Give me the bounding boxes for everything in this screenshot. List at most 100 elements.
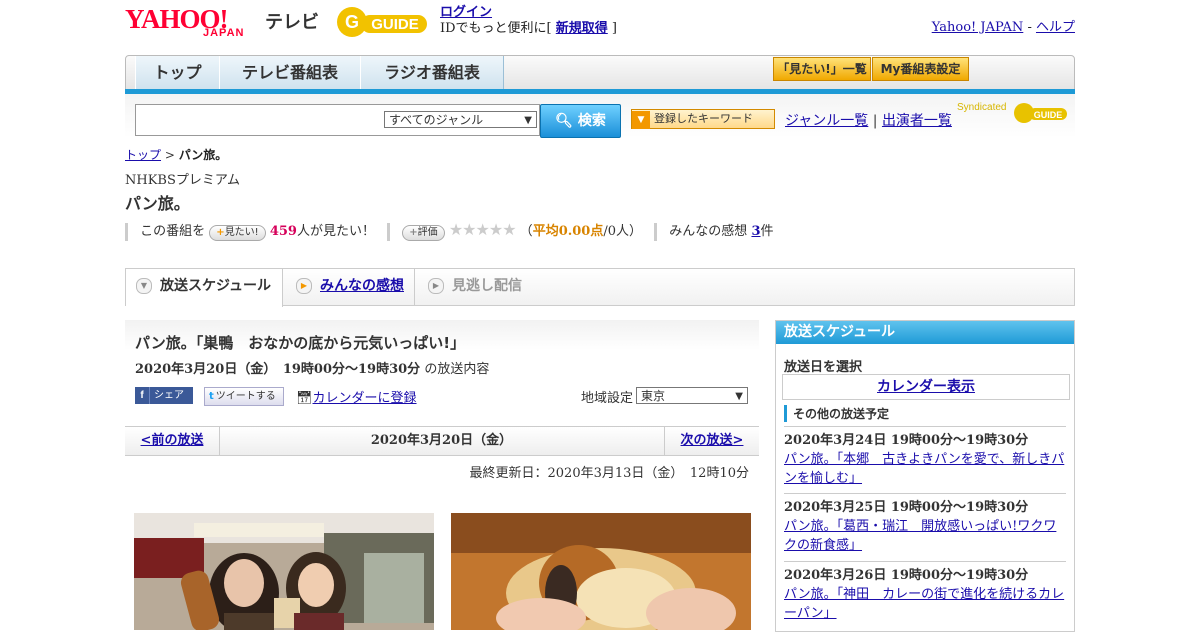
episode-title: パン旅。「巣鴨 おなかの底から元気いっぱい!」 (135, 334, 466, 352)
want-suffix: 人が見たい！ (296, 224, 375, 239)
link-separator: | (872, 113, 878, 129)
select-date-label: 放送日を選択 (784, 360, 863, 375)
rating-count: /0人） (603, 224, 643, 239)
top-links-sep: - (1023, 20, 1036, 35)
tab-tv-schedule[interactable]: テレビ番組表 (219, 56, 361, 90)
syndicated-guide-logo: GUIDE (1014, 103, 1067, 123)
region-select-value: 東京 (641, 389, 666, 403)
search-links: ジャンル一覧 | 出演者一覧 (785, 110, 952, 130)
rating-open: （ (519, 224, 533, 239)
rate-button-label: 評価 (417, 227, 438, 238)
reviews-label: みんなの感想 (669, 224, 748, 239)
search-icon: 🔍︎ (555, 113, 573, 129)
program-subtabs: ▼ 放送スケジュール ▶ みんなの感想 ▶ 見逃し配信 (125, 268, 1075, 307)
yahoo-japan-logo-text: JAPAN (203, 27, 245, 39)
login-prompt-end: ] (607, 21, 617, 36)
genre-list-link[interactable]: ジャンル一覧 (785, 113, 868, 129)
want-list-button[interactable]: 「見たい!」一覧 (773, 57, 871, 81)
tab-broadcast-schedule[interactable]: ▼ 放送スケジュール (126, 269, 283, 307)
broadcast-date: 2020年3月26日 19時00分～19時30分 (784, 568, 1029, 583)
main-nav: トップ テレビ番組表 ラジオ番組表 「見たい!」一覧 My番組表設定 (125, 55, 1075, 91)
episode-header: パン旅。「巣鴨 おなかの底から元気いっぱい!」 2020年3月20日（金） 19… (125, 320, 759, 420)
calendar-display-link: カレンダー表示 (877, 379, 975, 395)
reviews-count-link[interactable]: 3 (751, 224, 760, 239)
rating-stars[interactable]: ★★★★★ (449, 220, 517, 239)
meta-divider (125, 222, 128, 241)
tab-reviews[interactable]: ▶ みんなの感想 (286, 269, 415, 305)
yahoo-japan-link[interactable]: Yahoo! JAPAN (932, 20, 1024, 35)
page-container: YAHOO! JAPAN テレビ G GUIDE ログイン IDでもっと便利に[… (125, 0, 1075, 632)
tab-broadcast-schedule-label: 放送スケジュール (160, 278, 272, 294)
sidebar-heading: 放送スケジュール (776, 321, 1074, 344)
channel-name: NHKBSプレミアム (125, 173, 240, 188)
twitter-icon: t (209, 391, 214, 402)
other-broadcasts-heading: その他の放送予定 (784, 405, 889, 422)
broadcast-title-link[interactable]: パン旅。「本郷 古きよきパンを愛で、新しきパンを愉しむ」 (784, 452, 1064, 486)
genre-select-value: すべてのジャンル (389, 113, 484, 127)
tab-missed-streaming-label: 見逃し配信 (452, 278, 522, 294)
rate-button[interactable]: +評価 (402, 225, 445, 241)
next-broadcast-link[interactable]: 次の放送> (664, 427, 759, 455)
broadcast-pager: <前の放送 2020年3月20日（金） 次の放送> (125, 426, 759, 456)
genre-select[interactable]: すべてのジャンル ▼ (384, 111, 537, 128)
want-button-label: 見たい! (224, 227, 259, 238)
program-meta: この番組を +見たい! 459人が見たい！ +評価 ★★★★★ （平均0.00点… (125, 220, 774, 241)
rating-average: 平均0.00点 (532, 224, 604, 239)
tweet-button[interactable]: t ツイートする (204, 387, 284, 406)
registered-keyword-button[interactable]: ▼ 登録したキーワード (631, 109, 775, 129)
list-item: 2020年3月26日 19時00分～19時30分 パン旅。「神田 カレーの街で進… (784, 561, 1066, 623)
facebook-share-button[interactable]: f シェア (135, 387, 193, 404)
list-item: 2020年3月25日 19時00分～19時30分 パン旅。「葛西・瑞江 開放感い… (784, 493, 1066, 555)
signup-link[interactable]: 新規取得 (556, 21, 608, 36)
page-title: パン旅。 (125, 194, 190, 213)
breadcrumb-current: パン旅。 (178, 148, 228, 162)
search-button[interactable]: 🔍︎ 検索 (540, 104, 621, 138)
broadcast-date: 2020年3月24日 19時00分～19時30分 (784, 433, 1029, 448)
broadcast-title-link[interactable]: パン旅。「葛西・瑞江 開放感いっぱい!ワクワクの新食感」 (784, 519, 1056, 553)
meta-divider (387, 222, 391, 241)
episode-datetime: 2020年3月20日（金） 19時00分～19時30分 の放送内容 (135, 358, 489, 377)
tab-radio-schedule[interactable]: ラジオ番組表 (360, 56, 504, 90)
login-prompt: IDでもっと便利に[ (440, 21, 556, 36)
chevron-down-icon: ▼ (524, 115, 532, 126)
tab-reviews-label: みんなの感想 (320, 278, 404, 294)
performer-list-link[interactable]: 出演者一覧 (882, 113, 952, 129)
facebook-share-label: シェア (154, 390, 184, 401)
region-select[interactable]: 東京 ▼ (636, 387, 748, 404)
tweet-label: ツイートする (215, 391, 276, 402)
program-photo-hosts (134, 513, 434, 630)
my-schedule-button[interactable]: My番組表設定 (872, 57, 969, 81)
last-updated: 最終更新日：2020年3月13日（金） 12時10分 (469, 466, 749, 481)
calendar-display-button[interactable]: カレンダー表示 (782, 374, 1070, 400)
login-block: ログイン IDでもっと便利に[ 新規取得 ] (440, 5, 617, 37)
dropdown-triangle-icon: ▼ (632, 111, 650, 129)
help-link[interactable]: ヘルプ (1036, 20, 1075, 35)
search-area: すべてのジャンル ▼ 🔍︎ 検索 ▼ 登録したキーワード ジャンル一覧 | 出演者… (125, 94, 1075, 138)
chevron-down-icon: ▼ (136, 278, 152, 294)
syndicated-guide-text: GUIDE (1034, 110, 1063, 120)
syndicated-label: Syndicated (957, 102, 1007, 113)
tab-top[interactable]: トップ (135, 56, 220, 90)
want-button[interactable]: +見たい! (209, 225, 266, 241)
tv-label[interactable]: テレビ (265, 8, 319, 34)
plus-icon: + (216, 227, 225, 238)
g-guide-logo[interactable]: G GUIDE (335, 5, 431, 39)
prev-broadcast-link[interactable]: <前の放送 (125, 427, 220, 455)
login-link[interactable]: ログイン (440, 5, 492, 20)
want-count: 459 (269, 224, 297, 239)
breadcrumb-top-link[interactable]: トップ (125, 148, 161, 162)
calendar-register-link[interactable]: カレンダーに登録 (313, 391, 417, 406)
tab-missed-streaming[interactable]: ▶ 見逃し配信 (418, 269, 538, 305)
calendar-icon: 📅︎ (296, 391, 313, 406)
play-arrow-icon: ▶ (296, 278, 312, 294)
reviews-unit: 件 (760, 224, 774, 239)
registered-keyword-label: 登録したキーワード (654, 112, 753, 125)
svg-text:G: G (345, 12, 359, 32)
list-item: 2020年3月24日 19時00分～19時30分 パン旅。「本郷 古きよきパンを… (784, 426, 1066, 488)
plus-icon: + (409, 227, 418, 238)
broadcast-title-link[interactable]: パン旅。「神田 カレーの街で進化を続けるカレーパン」 (784, 587, 1064, 621)
episode-datetime-bold: 2020年3月20日（金） 19時00分～19時30分 (135, 362, 421, 377)
guide-logo-text: GUIDE (371, 16, 419, 33)
program-photo-bread (451, 513, 751, 630)
play-arrow-icon: ▶ (428, 278, 444, 294)
